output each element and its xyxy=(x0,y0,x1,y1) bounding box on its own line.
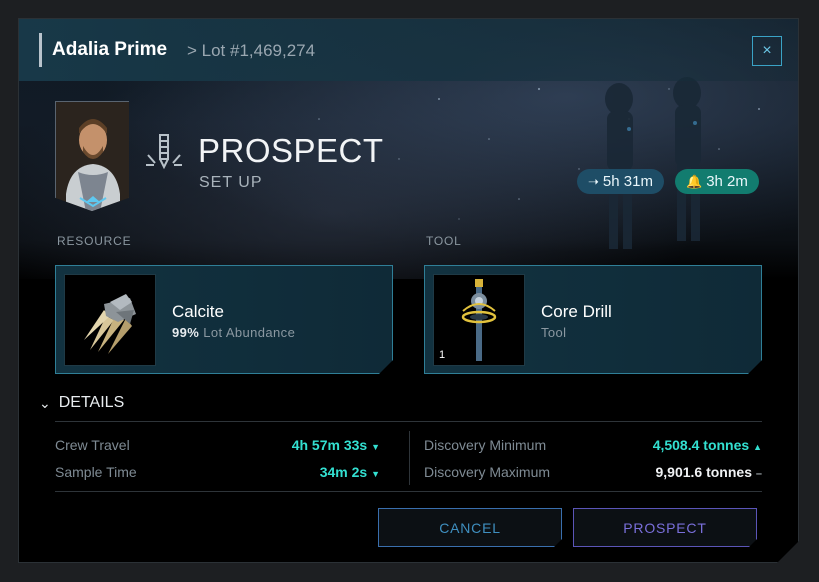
core-drill-icon xyxy=(439,277,519,363)
discovery-maximum-tonnes: 9,901.6 tonnes xyxy=(655,464,752,480)
close-button[interactable]: × xyxy=(752,36,782,66)
dialog-header: Adalia Prime > Lot #1,469,274 × xyxy=(19,19,798,81)
details-column-divider xyxy=(409,431,410,485)
caret-up-icon: ▲ xyxy=(753,442,762,452)
discovery-maximum-label: Discovery Maximum xyxy=(424,464,551,480)
asteroid-title: Adalia Prime xyxy=(52,39,168,60)
tool-name: Core Drill xyxy=(541,302,612,321)
crew-avatar xyxy=(55,101,129,211)
sample-time-value: 34m 2s ▼ xyxy=(320,464,380,480)
calcite-crystal-icon xyxy=(70,280,150,360)
bell-icon: 🔔 xyxy=(686,173,703,189)
core-drill-thumbnail: 1 xyxy=(433,274,525,366)
details-toggle[interactable]: ⌄ DETAILS xyxy=(39,394,124,412)
arrow-right-icon: ➝ xyxy=(588,173,599,189)
travel-time-badge: ➝ 5h 31m xyxy=(577,169,664,194)
sample-time-duration: 34m 2s xyxy=(319,464,368,480)
resource-name: Calcite xyxy=(172,302,224,321)
tool-section-label: TOOL xyxy=(426,234,462,248)
calcite-thumbnail xyxy=(64,274,156,366)
cancel-button[interactable]: CANCEL xyxy=(378,508,562,547)
sample-time-label: Sample Time xyxy=(55,464,137,480)
abundance-label: Lot Abundance xyxy=(203,325,296,340)
lot-breadcrumb: > Lot #1,469,274 xyxy=(187,41,316,60)
tool-quantity: 1 xyxy=(439,349,446,361)
tool-type: Tool xyxy=(541,325,567,340)
duration-badge: 🔔 3h 2m xyxy=(675,169,759,194)
details-heading: DETAILS xyxy=(58,394,125,411)
details-divider-top xyxy=(55,421,762,422)
discovery-minimum-label: Discovery Minimum xyxy=(424,437,547,453)
crew-travel-value: 4h 57m 33s ▼ xyxy=(292,437,380,453)
crew-travel-label: Crew Travel xyxy=(55,437,130,453)
chevron-down-icon: ⌄ xyxy=(39,394,51,411)
discovery-minimum-tonnes: 4,508.4 tonnes xyxy=(652,437,750,453)
caret-down-icon: ▼ xyxy=(371,442,380,452)
caret-down-icon: ▼ xyxy=(371,469,380,479)
duration-value: 3h 2m xyxy=(706,173,748,190)
close-icon: × xyxy=(762,42,772,59)
travel-time-value: 5h 31m xyxy=(602,173,653,190)
tool-card[interactable]: 1 Core Drill Tool xyxy=(424,265,762,374)
prospect-button[interactable]: PROSPECT xyxy=(573,508,757,547)
header-accent-bar xyxy=(39,33,42,67)
resource-section-label: RESOURCE xyxy=(57,234,132,248)
dash-icon: – xyxy=(755,468,762,480)
discovery-minimum-value: 4,508.4 tonnes ▲ xyxy=(653,437,762,453)
resource-abundance: 99% Lot Abundance xyxy=(172,325,295,340)
details-divider-bottom xyxy=(55,491,762,492)
drill-icon xyxy=(144,133,184,173)
prospect-dialog: Adalia Prime > Lot #1,469,274 × PROSPECT… xyxy=(18,18,799,563)
crew-travel-time: 4h 57m 33s xyxy=(291,437,368,453)
action-subtitle: SET UP xyxy=(199,174,263,191)
discovery-maximum-value: 9,901.6 tonnes – xyxy=(655,464,762,480)
abundance-value: 99% xyxy=(172,325,200,340)
action-title: PROSPECT xyxy=(198,132,384,169)
resource-card[interactable]: Calcite 99% Lot Abundance xyxy=(55,265,393,374)
